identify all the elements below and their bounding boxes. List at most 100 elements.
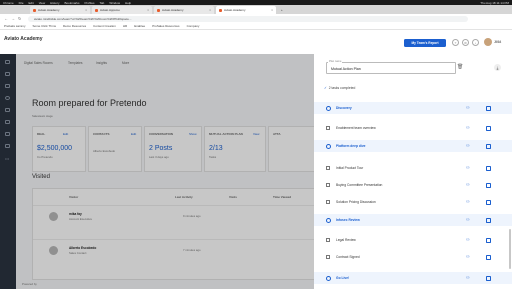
mutual-action-plan-panel: Mutual Action Plan Plan name 🗑 ⤓ ✓ 2 task…: [314, 54, 512, 289]
bookmark-item[interactable]: Company: [187, 24, 200, 28]
calendar-icon[interactable]: [486, 275, 491, 281]
close-icon[interactable]: ×: [85, 8, 87, 12]
plan-name-label: Plan name: [328, 60, 343, 63]
bookmark-item[interactable]: Demo Resources: [63, 24, 86, 28]
assign-user-icon[interactable]: ⚇: [466, 199, 470, 204]
brand-name: Aviato Academy: [4, 36, 43, 42]
close-icon[interactable]: ×: [271, 8, 273, 12]
bookmark-item[interactable]: Content Creation: [93, 24, 116, 28]
bookmark-item[interactable]: Prebaks sammy: [4, 24, 26, 28]
menu-history[interactable]: History: [50, 1, 59, 5]
task-label: Initial Product Tour: [336, 166, 364, 170]
task-checkbox[interactable]: [326, 255, 330, 259]
calendar-icon[interactable]: [486, 182, 491, 188]
task-row[interactable]: Enablement team overview ⚇: [314, 122, 512, 134]
browser-tab-active[interactable]: Aviato Academy ×: [216, 6, 276, 14]
help-icon[interactable]: ?: [452, 39, 459, 46]
favicon-icon: [157, 8, 160, 12]
address-bar[interactable]: aviato.mindtickle.com/team?u=%2Fteam%2F%…: [28, 15, 468, 22]
stage-row[interactable]: Discovery ⚇: [314, 102, 512, 114]
stage-row[interactable]: Platform deep dive ⚇: [314, 140, 512, 152]
bookmark-item[interactable]: ProSales Resources: [152, 24, 179, 28]
assign-user-icon[interactable]: ⚇: [466, 182, 470, 187]
task-row[interactable]: Contract Signed ⚇: [314, 251, 512, 263]
task-label: Contract Signed: [336, 255, 360, 259]
task-checkbox[interactable]: [326, 238, 330, 242]
check-icon: ✓: [324, 86, 327, 90]
assign-user-icon[interactable]: ⚇: [466, 125, 470, 130]
stage-radio[interactable]: [326, 275, 331, 281]
task-row[interactable]: Solution Pricing Discussion ⚇: [314, 196, 512, 208]
trash-icon[interactable]: 🗑: [457, 64, 463, 70]
drag-handle-icon[interactable]: ⤓: [494, 64, 501, 71]
back-icon[interactable]: ←: [4, 16, 8, 21]
assign-user-icon[interactable]: ⚇: [466, 254, 470, 259]
notifications-icon[interactable]: •: [472, 39, 479, 46]
forward-icon[interactable]: →: [11, 16, 15, 21]
task-checkbox[interactable]: [326, 126, 330, 130]
scrollbar[interactable]: [509, 229, 511, 269]
assign-user-icon[interactable]: ⚇: [466, 217, 470, 222]
calendar-icon[interactable]: [486, 237, 491, 243]
assign-user-icon[interactable]: ⚇: [466, 275, 470, 280]
plan-name-input[interactable]: Mutual Action Plan: [326, 62, 456, 74]
tab-title: Aviato Academy: [224, 8, 246, 12]
stage-label: Discovery: [336, 106, 352, 110]
favicon-icon: [95, 8, 98, 12]
task-row[interactable]: Buying Committee Presentation ⚇: [314, 179, 512, 191]
calendar-icon[interactable]: [486, 254, 491, 260]
modal-overlay[interactable]: [0, 54, 314, 289]
bookmark-item[interactable]: Some Click Thms: [33, 24, 56, 28]
calendar-icon[interactable]: [486, 143, 491, 149]
bookmark-item[interactable]: HR: [123, 24, 127, 28]
close-icon[interactable]: ×: [209, 8, 211, 12]
menu-bookmarks[interactable]: Bookmarks: [64, 1, 79, 5]
stage-label: Go Live!: [336, 276, 350, 280]
stage-label: Platform deep dive: [336, 144, 366, 148]
task-checkbox[interactable]: [326, 183, 330, 187]
assign-user-icon[interactable]: ⚇: [466, 237, 470, 242]
menu-profiles[interactable]: Profiles: [85, 1, 95, 5]
app-header: Aviato Academy My Team's Report ? ⚙ • Ji…: [0, 30, 512, 55]
assign-user-icon[interactable]: ⚇: [466, 143, 470, 148]
task-label: Enablement team overview: [336, 126, 376, 130]
browser-tab[interactable]: Aviato Appsmo ×: [92, 6, 152, 14]
my-team-report-button[interactable]: My Team's Report: [404, 39, 446, 47]
menu-chrome[interactable]: Chrome: [3, 1, 14, 5]
browser-tab[interactable]: Aviato Academy ×: [30, 6, 90, 14]
menu-file[interactable]: File: [19, 1, 24, 5]
stage-row[interactable]: Infosec Review ⚇: [314, 214, 512, 226]
assign-user-icon[interactable]: ⚇: [466, 105, 470, 110]
task-checkbox[interactable]: [326, 166, 330, 170]
calendar-icon[interactable]: [486, 105, 491, 111]
new-tab-button[interactable]: +: [278, 6, 286, 14]
task-label: Solution Pricing Discussion: [336, 200, 376, 204]
calendar-icon[interactable]: [486, 217, 491, 223]
menu-help[interactable]: Help: [125, 1, 131, 5]
bookmark-item[interactable]: Enablee: [134, 24, 145, 28]
completed-toggle[interactable]: ✓ 2 tasks completed: [324, 86, 355, 90]
settings-icon[interactable]: ⚙: [462, 39, 469, 46]
calendar-icon[interactable]: [486, 165, 491, 171]
avatar[interactable]: [484, 38, 492, 46]
task-row[interactable]: Legal Review ⚇: [314, 234, 512, 246]
stage-row[interactable]: Go Live! ⚇: [314, 272, 512, 284]
completed-label: 2 tasks completed: [328, 86, 356, 90]
menu-view[interactable]: View: [39, 1, 45, 5]
calendar-icon[interactable]: [486, 125, 491, 131]
task-checkbox[interactable]: [326, 200, 330, 204]
menu-window[interactable]: Window: [109, 1, 120, 5]
stage-radio[interactable]: [326, 143, 331, 149]
stage-radio[interactable]: [326, 217, 331, 223]
calendar-icon[interactable]: [486, 199, 491, 205]
reload-icon[interactable]: ↻: [18, 16, 21, 21]
stage-radio[interactable]: [326, 105, 331, 111]
browser-tab[interactable]: Aviato Academy ×: [154, 6, 214, 14]
menu-edit[interactable]: Edit: [29, 1, 34, 5]
assign-user-icon[interactable]: ⚇: [466, 165, 470, 170]
favicon-icon: [33, 8, 36, 12]
task-row[interactable]: Initial Product Tour ⚇: [314, 162, 512, 174]
close-icon[interactable]: ×: [147, 8, 149, 12]
menu-tab[interactable]: Tab: [100, 1, 105, 5]
tab-title: Aviato Appsmo: [100, 8, 120, 12]
